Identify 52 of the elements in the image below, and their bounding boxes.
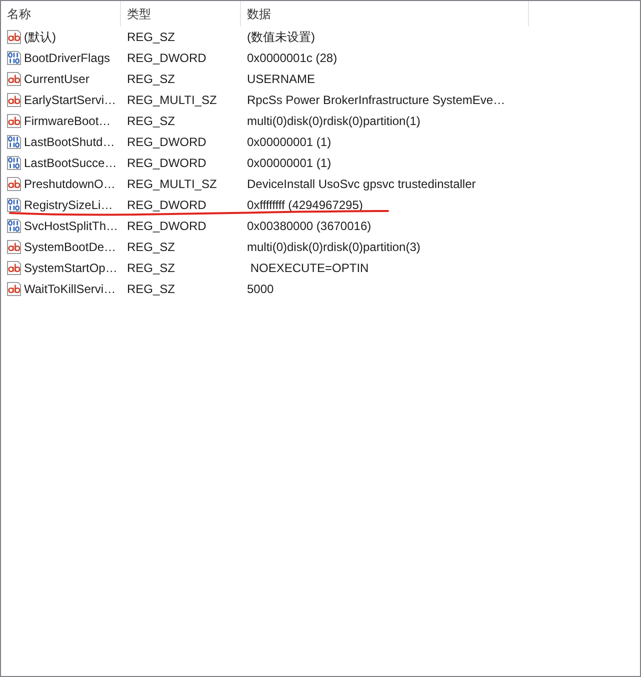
binary-value-icon — [6, 196, 22, 212]
value-data: 0x0000001c (28) — [247, 50, 338, 64]
string-value-icon — [6, 260, 22, 276]
value-type: REG_DWORD — [127, 198, 206, 212]
string-value-icon — [6, 280, 22, 296]
value-name[interactable]: PreshutdownO… — [24, 174, 116, 192]
value-name[interactable]: LastBootShutd… — [24, 132, 115, 150]
value-type: REG_MULTI_SZ — [127, 176, 217, 190]
value-name[interactable]: SystemStartOp… — [24, 258, 118, 276]
value-name[interactable]: SystemBootDe… — [24, 238, 116, 256]
value-data: DeviceInstall UsoSvc gpsvc trustedinstaller — [247, 176, 476, 190]
value-type: REG_SZ — [127, 282, 176, 296]
value-type: REG_SZ — [127, 260, 176, 274]
value-type: REG_SZ — [127, 72, 176, 86]
value-type: REG_SZ — [127, 30, 176, 44]
value-name[interactable]: (默认) — [24, 28, 56, 46]
value-data: USERNAME — [247, 72, 316, 86]
value-type: REG_DWORD — [127, 218, 206, 232]
value-type: REG_SZ — [127, 240, 176, 254]
value-data: multi(0)disk(0)rdisk(0)partition(3) — [247, 240, 420, 254]
value-data: 0x00380000 (3670016) — [247, 218, 372, 232]
string-value-icon — [6, 112, 22, 128]
value-name[interactable]: LastBootSucce… — [24, 154, 117, 172]
value-data: NOEXECUTE=OPTIN — [249, 260, 369, 274]
value-data: 0x00000001 (1) — [247, 156, 332, 170]
binary-value-icon — [6, 50, 22, 66]
value-type: REG_DWORD — [127, 156, 206, 170]
value-type: REG_MULTI_SZ — [127, 92, 217, 106]
string-value-icon — [6, 70, 22, 86]
value-type: REG_DWORD — [127, 50, 206, 64]
string-value-icon — [6, 238, 22, 254]
value-data: RpcSs Power BrokerInfrastructure SystemEve… — [247, 92, 506, 106]
value-data: 5000 — [247, 282, 274, 296]
value-data: 0x00000001 (1) — [247, 134, 332, 148]
string-value-icon — [6, 176, 22, 192]
value-name[interactable]: CurrentUser — [24, 70, 90, 88]
value-data: multi(0)disk(0)rdisk(0)partition(1) — [247, 114, 420, 128]
value-type: REG_DWORD — [127, 134, 206, 148]
value-name[interactable]: BootDriverFlags — [24, 48, 110, 66]
value-data: (数值未设置) — [247, 30, 315, 44]
string-value-icon — [6, 28, 22, 44]
value-name[interactable]: SvcHostSplitTh… — [24, 216, 118, 234]
binary-value-icon — [6, 134, 22, 150]
binary-value-icon — [6, 154, 22, 170]
value-name[interactable]: WaitToKillServi… — [24, 280, 116, 298]
value-data: 0xffffffff (4294967295) — [247, 198, 363, 212]
value-name[interactable]: FirmwareBoot… — [24, 112, 111, 130]
value-name[interactable]: RegistrySizeLi… — [24, 196, 113, 214]
string-value-icon — [6, 92, 22, 108]
binary-value-icon — [6, 218, 22, 234]
value-type: REG_SZ — [127, 114, 176, 128]
value-name[interactable]: EarlyStartServi… — [24, 90, 116, 108]
